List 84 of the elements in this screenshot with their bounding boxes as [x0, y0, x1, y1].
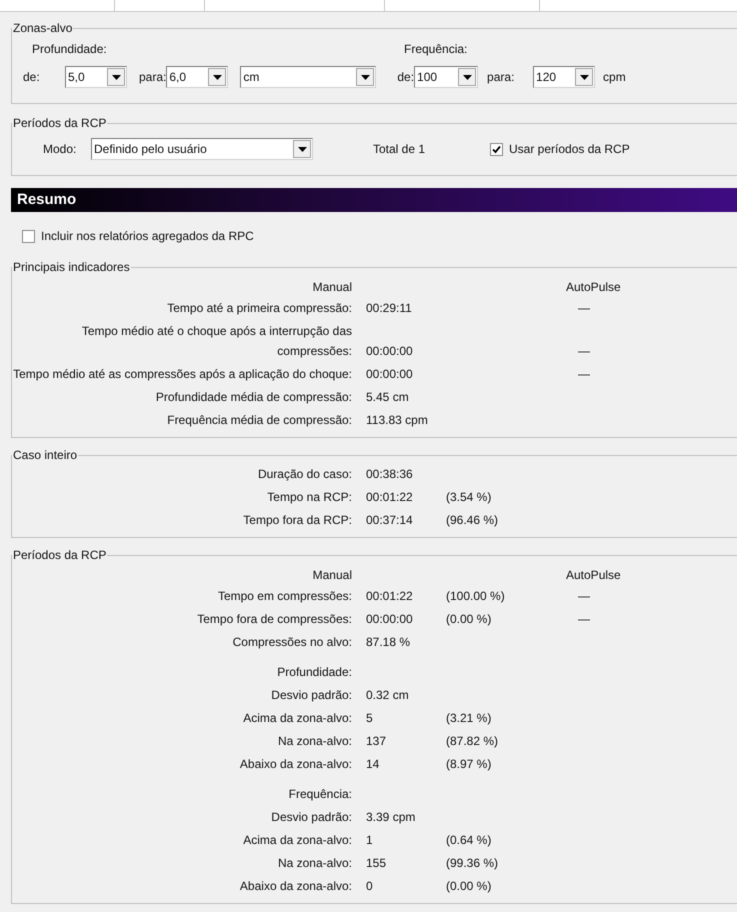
column-header: Manual [312, 279, 352, 296]
column-header: AutoPulse [566, 567, 621, 584]
field-label: de: [23, 69, 41, 86]
metric-percent: (0.00 %) [446, 879, 492, 893]
metric-label: Acima da zona-alvo: [242, 832, 352, 849]
autopulse-value: — [578, 366, 590, 383]
field-label: de: [397, 69, 414, 86]
metric-percent: (0.64 %) [446, 833, 492, 847]
use-periods-checkbox[interactable]: Usar períodos da RCP [490, 140, 630, 158]
group-title: Períodos da RCP [12, 115, 108, 132]
autopulse-value: — [578, 611, 590, 628]
metric-value: 00:00:00 [366, 343, 414, 360]
field-label: para: [487, 69, 516, 86]
checkbox[interactable] [22, 230, 35, 242]
metric-percent: (3.54 %) [446, 490, 492, 504]
dropdown[interactable]: 5,0 [65, 66, 127, 88]
metric-percent: (96.46 %) [446, 513, 498, 527]
group-title: Caso inteiro [12, 447, 78, 464]
autopulse-value: — [578, 300, 590, 317]
metric-label: Abaixo da zona-alvo: [238, 756, 352, 773]
metric-label: Tempo fora de compressões: [196, 611, 352, 628]
metric-value: 00:01:22 [366, 489, 414, 506]
field-label: cpm [603, 69, 626, 86]
section-title: Resumo [17, 190, 76, 210]
subheading-label: Profundidade: [276, 664, 352, 681]
metric-label: Tempo até a primeira compressão: [166, 300, 352, 317]
metric-value: 0 [366, 878, 374, 895]
metric-percent: (100.00 %) [446, 589, 505, 603]
metric-value: 00:38:36 [366, 466, 414, 483]
metric-percent: (87.82 %) [446, 734, 498, 748]
metric-label: Na zona-alvo: [276, 733, 352, 750]
field-label: Modo: [43, 141, 78, 158]
metric-value: 14 [366, 756, 380, 773]
group-title: Zonas-alvo [12, 20, 74, 37]
column-header: Manual [312, 567, 352, 584]
metric-label: Abaixo da zona-alvo: [238, 878, 352, 895]
metric-value: 1 [366, 832, 374, 849]
autopulse-value: — [578, 343, 590, 360]
metric-label: Tempo em compressões: [216, 588, 352, 605]
metric-value: 3.39 cpm [366, 809, 416, 826]
metric-value: 5 [366, 710, 374, 727]
total-label: Total de 1 [373, 141, 426, 158]
metric-value: 00:01:22 [366, 588, 414, 605]
metric-label: Tempo médio até as compressões após a aplicação do choque: [12, 366, 352, 383]
metric-value: 5.45 cm [366, 389, 410, 406]
metric-label: Tempo médio até o choque após a interrupção das compressões: [80, 323, 352, 360]
subheading-label: Frequência: [288, 786, 352, 803]
metric-value: 0.32 cm [366, 687, 410, 704]
metric-label: Desvio padrão: [270, 687, 352, 704]
metric-value: 137 [366, 733, 388, 750]
dropdown[interactable]: 120 [533, 66, 596, 88]
metric-value: 155 [366, 855, 388, 872]
field-label: Profundidade: [32, 41, 108, 58]
metric-label: Frequência média de compressão: [166, 412, 352, 429]
field-label: para: [139, 69, 166, 86]
metric-value: 00:00:00 [366, 611, 414, 628]
metric-label: Duração do caso: [256, 466, 352, 483]
checkbox[interactable] [490, 142, 503, 156]
autopulse-value: — [578, 588, 590, 605]
metric-percent: (99.36 %) [446, 856, 498, 870]
metric-value: 00:37:14 [366, 512, 414, 529]
dropdown[interactable]: cm [240, 66, 376, 88]
group-title: Períodos da RCP [12, 547, 108, 564]
include-checkbox[interactable]: Incluir nos relatórios agregados da RPC [22, 227, 737, 245]
dropdown[interactable]: 100 [414, 66, 478, 88]
metric-percent: (8.97 %) [446, 757, 492, 771]
metric-label: Compressões no alvo: [232, 634, 352, 651]
dropdown[interactable]: Definido pelo usuário [91, 138, 313, 160]
metric-value: 00:00:00 [366, 366, 414, 383]
group-title: Principais indicadores [12, 259, 131, 276]
column-header: AutoPulse [566, 279, 621, 296]
metric-value: 87.18 % [366, 634, 412, 651]
metric-label: Tempo fora da RCP: [242, 512, 352, 529]
metric-label: Na zona-alvo: [276, 855, 352, 872]
metric-percent: (3.21 %) [446, 711, 492, 725]
metric-label: Desvio padrão: [270, 809, 352, 826]
metric-value: 00:29:11 [366, 300, 413, 317]
field-label: Frequência: [404, 41, 468, 58]
metric-percent: (0.00 %) [446, 612, 492, 626]
metric-label: Profundidade média de compressão: [154, 389, 352, 406]
metric-value: 113.83 cpm [366, 412, 429, 429]
metric-label: Acima da zona-alvo: [242, 710, 352, 727]
dropdown[interactable]: 6,0 [166, 66, 228, 88]
metric-label: Tempo na RCP: [266, 489, 352, 506]
